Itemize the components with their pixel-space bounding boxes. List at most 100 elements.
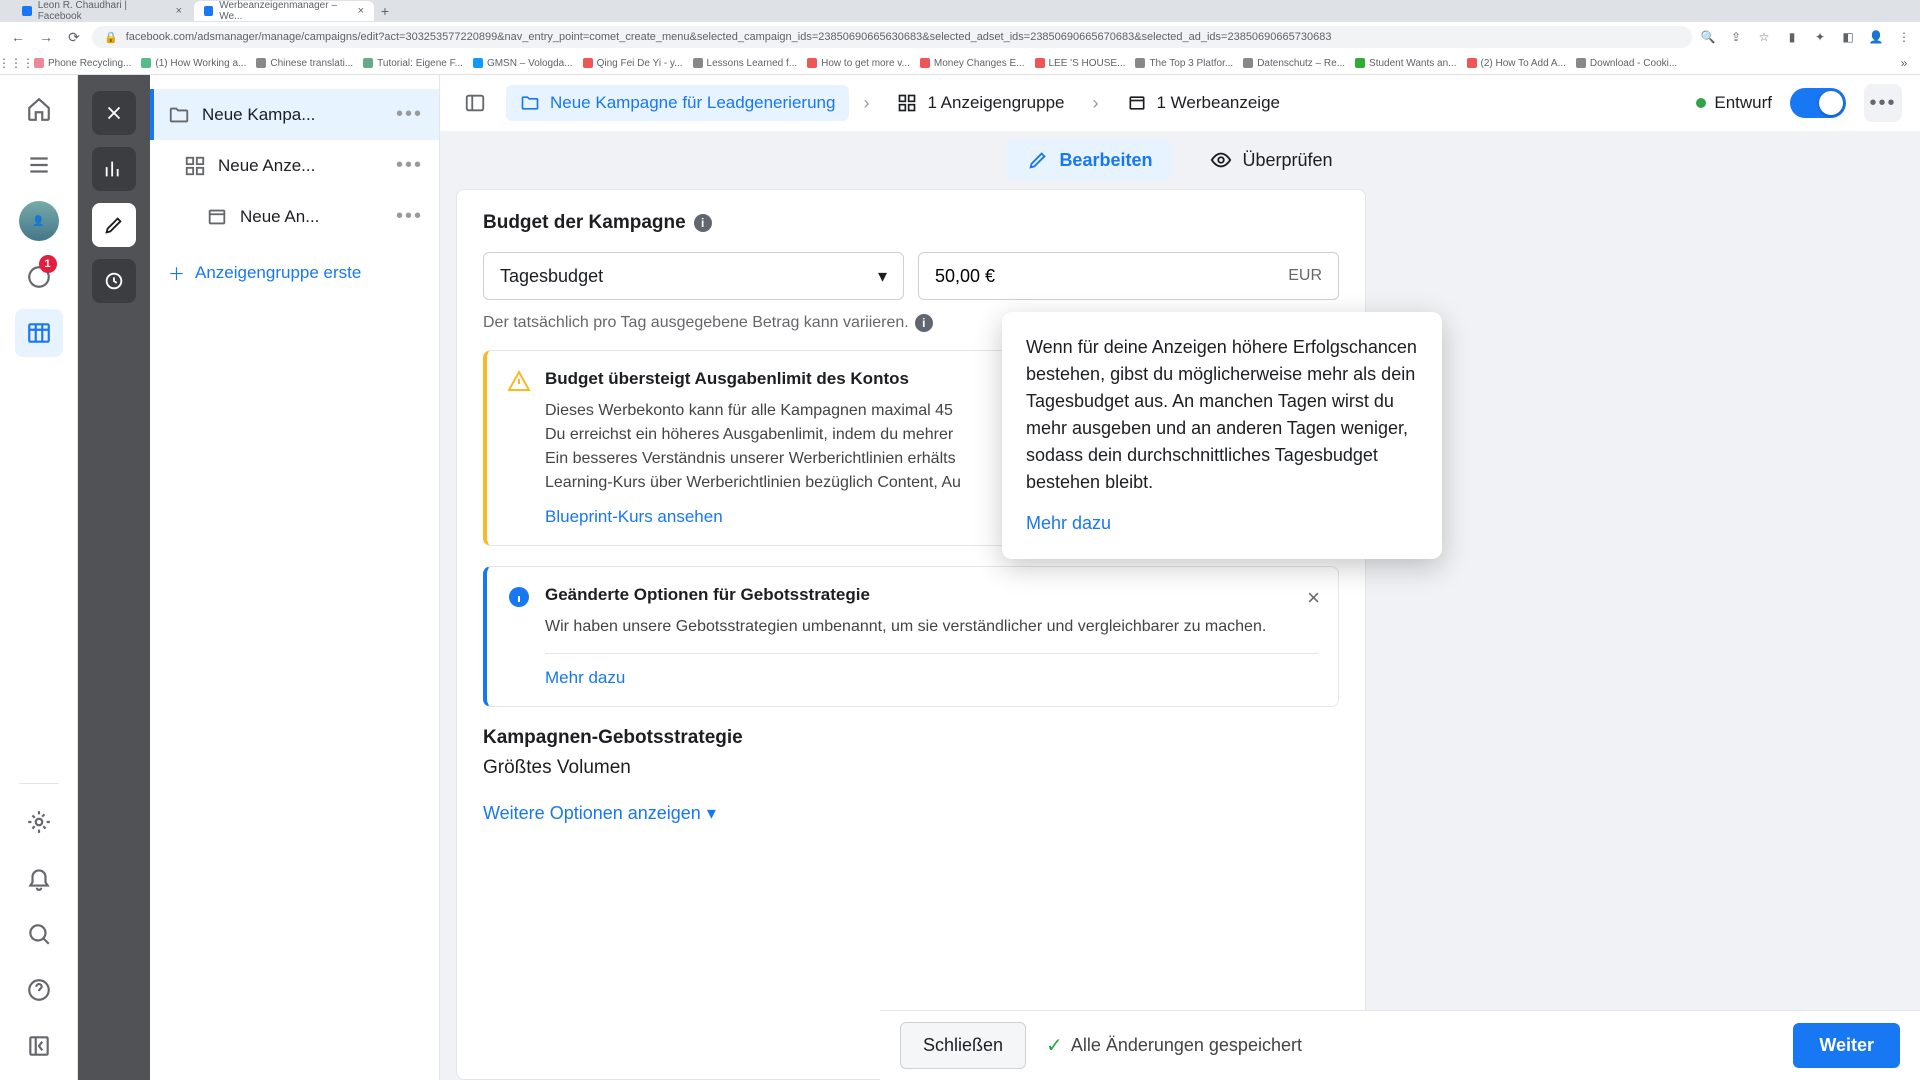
extension-icon[interactable]: ◧ — [1840, 29, 1856, 45]
tab-edit[interactable]: Bearbeiten — [1007, 139, 1172, 181]
bookmark-item[interactable]: Chinese translati... — [256, 58, 353, 69]
tree-adset-row[interactable]: Neue Anze... ••• — [150, 140, 439, 191]
bookmark-item[interactable]: Tutorial: Eigene F... — [363, 58, 463, 69]
chart-icon[interactable] — [92, 147, 136, 191]
tab-bar: Leon R. Chaudhari | Facebook × Werbeanze… — [0, 0, 1920, 22]
reload-button[interactable]: ⟳ — [64, 27, 84, 47]
alert-body: Wir haben unsere Gebotsstrategien umbena… — [545, 615, 1318, 639]
next-button[interactable]: Weiter — [1793, 1023, 1900, 1068]
collapse-icon[interactable] — [15, 1022, 63, 1070]
tree-label: Neue Kampa... — [202, 105, 384, 125]
bookmark-item[interactable]: Student Wants an... — [1355, 58, 1456, 69]
popover-body: Wenn für deine Anzeigen höhere Erfolgsch… — [1026, 334, 1418, 496]
popover-learn-more-link[interactable]: Mehr dazu — [1026, 510, 1418, 537]
fb-extension-icon[interactable]: ▮ — [1784, 29, 1800, 45]
alert-title: Geänderte Optionen für Gebotsstrategie — [545, 585, 1318, 605]
bookmarks-overflow-icon[interactable]: » — [1896, 55, 1912, 71]
settings-icon[interactable] — [15, 798, 63, 846]
bookmark-item[interactable]: Download - Cooki... — [1576, 58, 1677, 69]
more-icon[interactable]: ••• — [396, 103, 423, 126]
bookmark-item[interactable]: Phone Recycling... — [34, 58, 131, 69]
close-icon[interactable]: × — [358, 5, 364, 17]
info-icon[interactable]: i — [694, 214, 712, 232]
status-pill: Entwurf — [1696, 93, 1772, 113]
chevron-down-icon: ▾ — [878, 266, 887, 287]
add-adset-button[interactable]: ＋ Anzeigengruppe erste — [150, 242, 439, 303]
extension-icon[interactable]: ✦ — [1812, 29, 1828, 45]
new-tab-button[interactable]: + — [376, 2, 394, 20]
notifications-icon[interactable] — [15, 854, 63, 902]
bookmark-item[interactable]: GMSN – Vologda... — [473, 58, 573, 69]
home-icon[interactable] — [15, 85, 63, 133]
bookmark-item[interactable]: Lessons Learned f... — [693, 58, 798, 69]
divider — [19, 783, 59, 784]
cookie-notification-icon[interactable]: 1 — [15, 253, 63, 301]
bookmark-item[interactable]: Money Changes E... — [920, 58, 1025, 69]
more-actions-button[interactable]: ••• — [1864, 84, 1902, 122]
ads-manager-icon[interactable] — [15, 309, 63, 357]
bookmark-item[interactable]: The Top 3 Platfor... — [1135, 58, 1233, 69]
select-value: Tagesbudget — [500, 266, 603, 287]
url-bar[interactable]: 🔒 facebook.com/adsmanager/manage/campaig… — [92, 26, 1692, 48]
learn-more-link[interactable]: Mehr dazu — [545, 668, 625, 688]
hamburger-menu-icon[interactable] — [15, 141, 63, 189]
apps-icon[interactable]: ⋮⋮⋮ — [8, 55, 24, 71]
url-text: facebook.com/adsmanager/manage/campaigns… — [126, 31, 1332, 43]
avatar[interactable]: 👤 — [15, 197, 63, 245]
currency-label: EUR — [1288, 267, 1322, 285]
tree-campaign-row[interactable]: Neue Kampa... ••• — [150, 89, 439, 140]
tab-review[interactable]: Überprüfen — [1190, 139, 1352, 181]
budget-type-select[interactable]: Tagesbudget ▾ — [483, 252, 904, 300]
close-button[interactable] — [92, 91, 136, 135]
menu-icon[interactable]: ⋮ — [1896, 29, 1912, 45]
star-icon[interactable]: ☆ — [1756, 29, 1772, 45]
breadcrumb-adset[interactable]: 1 Anzeigengruppe — [883, 85, 1078, 121]
bookmark-item[interactable]: (2) How To Add A... — [1467, 58, 1566, 69]
budget-amount-field[interactable] — [935, 266, 1288, 287]
editor-tool-rail — [78, 75, 150, 1080]
history-icon[interactable] — [92, 259, 136, 303]
browser-tab-2[interactable]: Werbeanzeigenmanager – We... × — [194, 1, 374, 21]
close-icon[interactable]: × — [176, 5, 182, 17]
more-options-toggle[interactable]: Weitere Optionen anzeigen ▾ — [483, 803, 1339, 824]
tree-ad-row[interactable]: Neue An... ••• — [150, 191, 439, 242]
business-nav-rail: 👤 1 — [0, 75, 78, 1080]
search-icon[interactable] — [15, 910, 63, 958]
breadcrumb-ad[interactable]: 1 Werbeanzeige — [1113, 85, 1295, 121]
blueprint-link[interactable]: Blueprint-Kurs ansehen — [545, 507, 723, 527]
bookmark-item[interactable]: How to get more v... — [807, 58, 910, 69]
campaign-active-toggle[interactable] — [1790, 88, 1846, 118]
budget-amount-input[interactable]: EUR — [918, 252, 1339, 300]
browser-chrome: Leon R. Chaudhari | Facebook × Werbeanze… — [0, 0, 1920, 75]
profile-icon[interactable]: 👤 — [1868, 29, 1884, 45]
more-icon[interactable]: ••• — [396, 154, 423, 177]
lock-icon: 🔒 — [104, 31, 118, 44]
add-adset-label: Anzeigengruppe erste — [195, 263, 361, 283]
checkmark-icon: ✓ — [1046, 1033, 1063, 1058]
tab-title: Leon R. Chaudhari | Facebook — [38, 0, 170, 22]
bookmark-item[interactable]: (1) How Working a... — [141, 58, 246, 69]
close-icon[interactable]: × — [1307, 585, 1320, 611]
search-icon[interactable]: 🔍 — [1700, 29, 1716, 45]
bid-strategy-title: Kampagnen-Gebotsstrategie — [483, 727, 1339, 749]
panel-toggle-icon[interactable] — [458, 86, 492, 120]
breadcrumb-label: 1 Anzeigengruppe — [927, 93, 1064, 113]
breadcrumb-campaign[interactable]: Neue Kampagne für Leadgenerierung — [506, 85, 849, 121]
facebook-icon — [204, 6, 213, 16]
facebook-icon — [22, 6, 32, 16]
forward-button[interactable]: → — [36, 27, 56, 47]
more-icon[interactable]: ••• — [396, 205, 423, 228]
info-icon[interactable]: i — [915, 314, 933, 332]
app-root: 👤 1 — [0, 75, 1920, 1080]
bookmark-item[interactable]: LEE 'S HOUSE... — [1035, 58, 1126, 69]
edit-icon[interactable] — [92, 203, 136, 247]
bookmark-item[interactable]: Qing Fei De Yi - y... — [583, 58, 683, 69]
close-button[interactable]: Schließen — [900, 1022, 1026, 1069]
share-icon[interactable]: ⇪ — [1728, 29, 1744, 45]
back-button[interactable]: ← — [8, 27, 28, 47]
save-status: ✓ Alle Änderungen gespeichert — [1046, 1033, 1302, 1058]
browser-tab-1[interactable]: Leon R. Chaudhari | Facebook × — [12, 1, 192, 21]
folder-icon — [168, 104, 190, 126]
help-icon[interactable] — [15, 966, 63, 1014]
bookmark-item[interactable]: Datenschutz – Re... — [1243, 58, 1345, 69]
